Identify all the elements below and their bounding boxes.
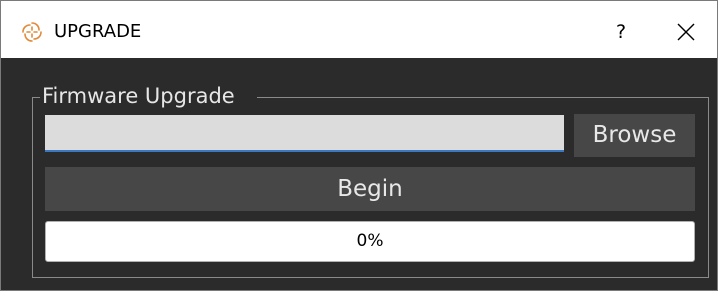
- group-border-right: [257, 97, 708, 98]
- app-logo-icon: [21, 21, 43, 43]
- close-button[interactable]: [661, 14, 711, 50]
- title-bar[interactable]: UPGRADE ?: [1, 1, 717, 58]
- help-button[interactable]: ?: [601, 14, 641, 50]
- progress-text: 0%: [356, 231, 384, 251]
- firmware-path-input[interactable]: [45, 115, 564, 152]
- firmware-upgrade-group-title: Firmware Upgrade: [42, 84, 235, 108]
- upgrade-dialog: UPGRADE ? Firmware Upgrade Browse Begin …: [0, 0, 718, 291]
- group-border-left: [32, 97, 40, 98]
- browse-button[interactable]: Browse: [574, 114, 695, 157]
- begin-button[interactable]: Begin: [45, 167, 695, 211]
- upgrade-progress-bar: 0%: [45, 221, 695, 262]
- close-icon: [677, 23, 695, 41]
- window-title: UPGRADE: [54, 21, 142, 42]
